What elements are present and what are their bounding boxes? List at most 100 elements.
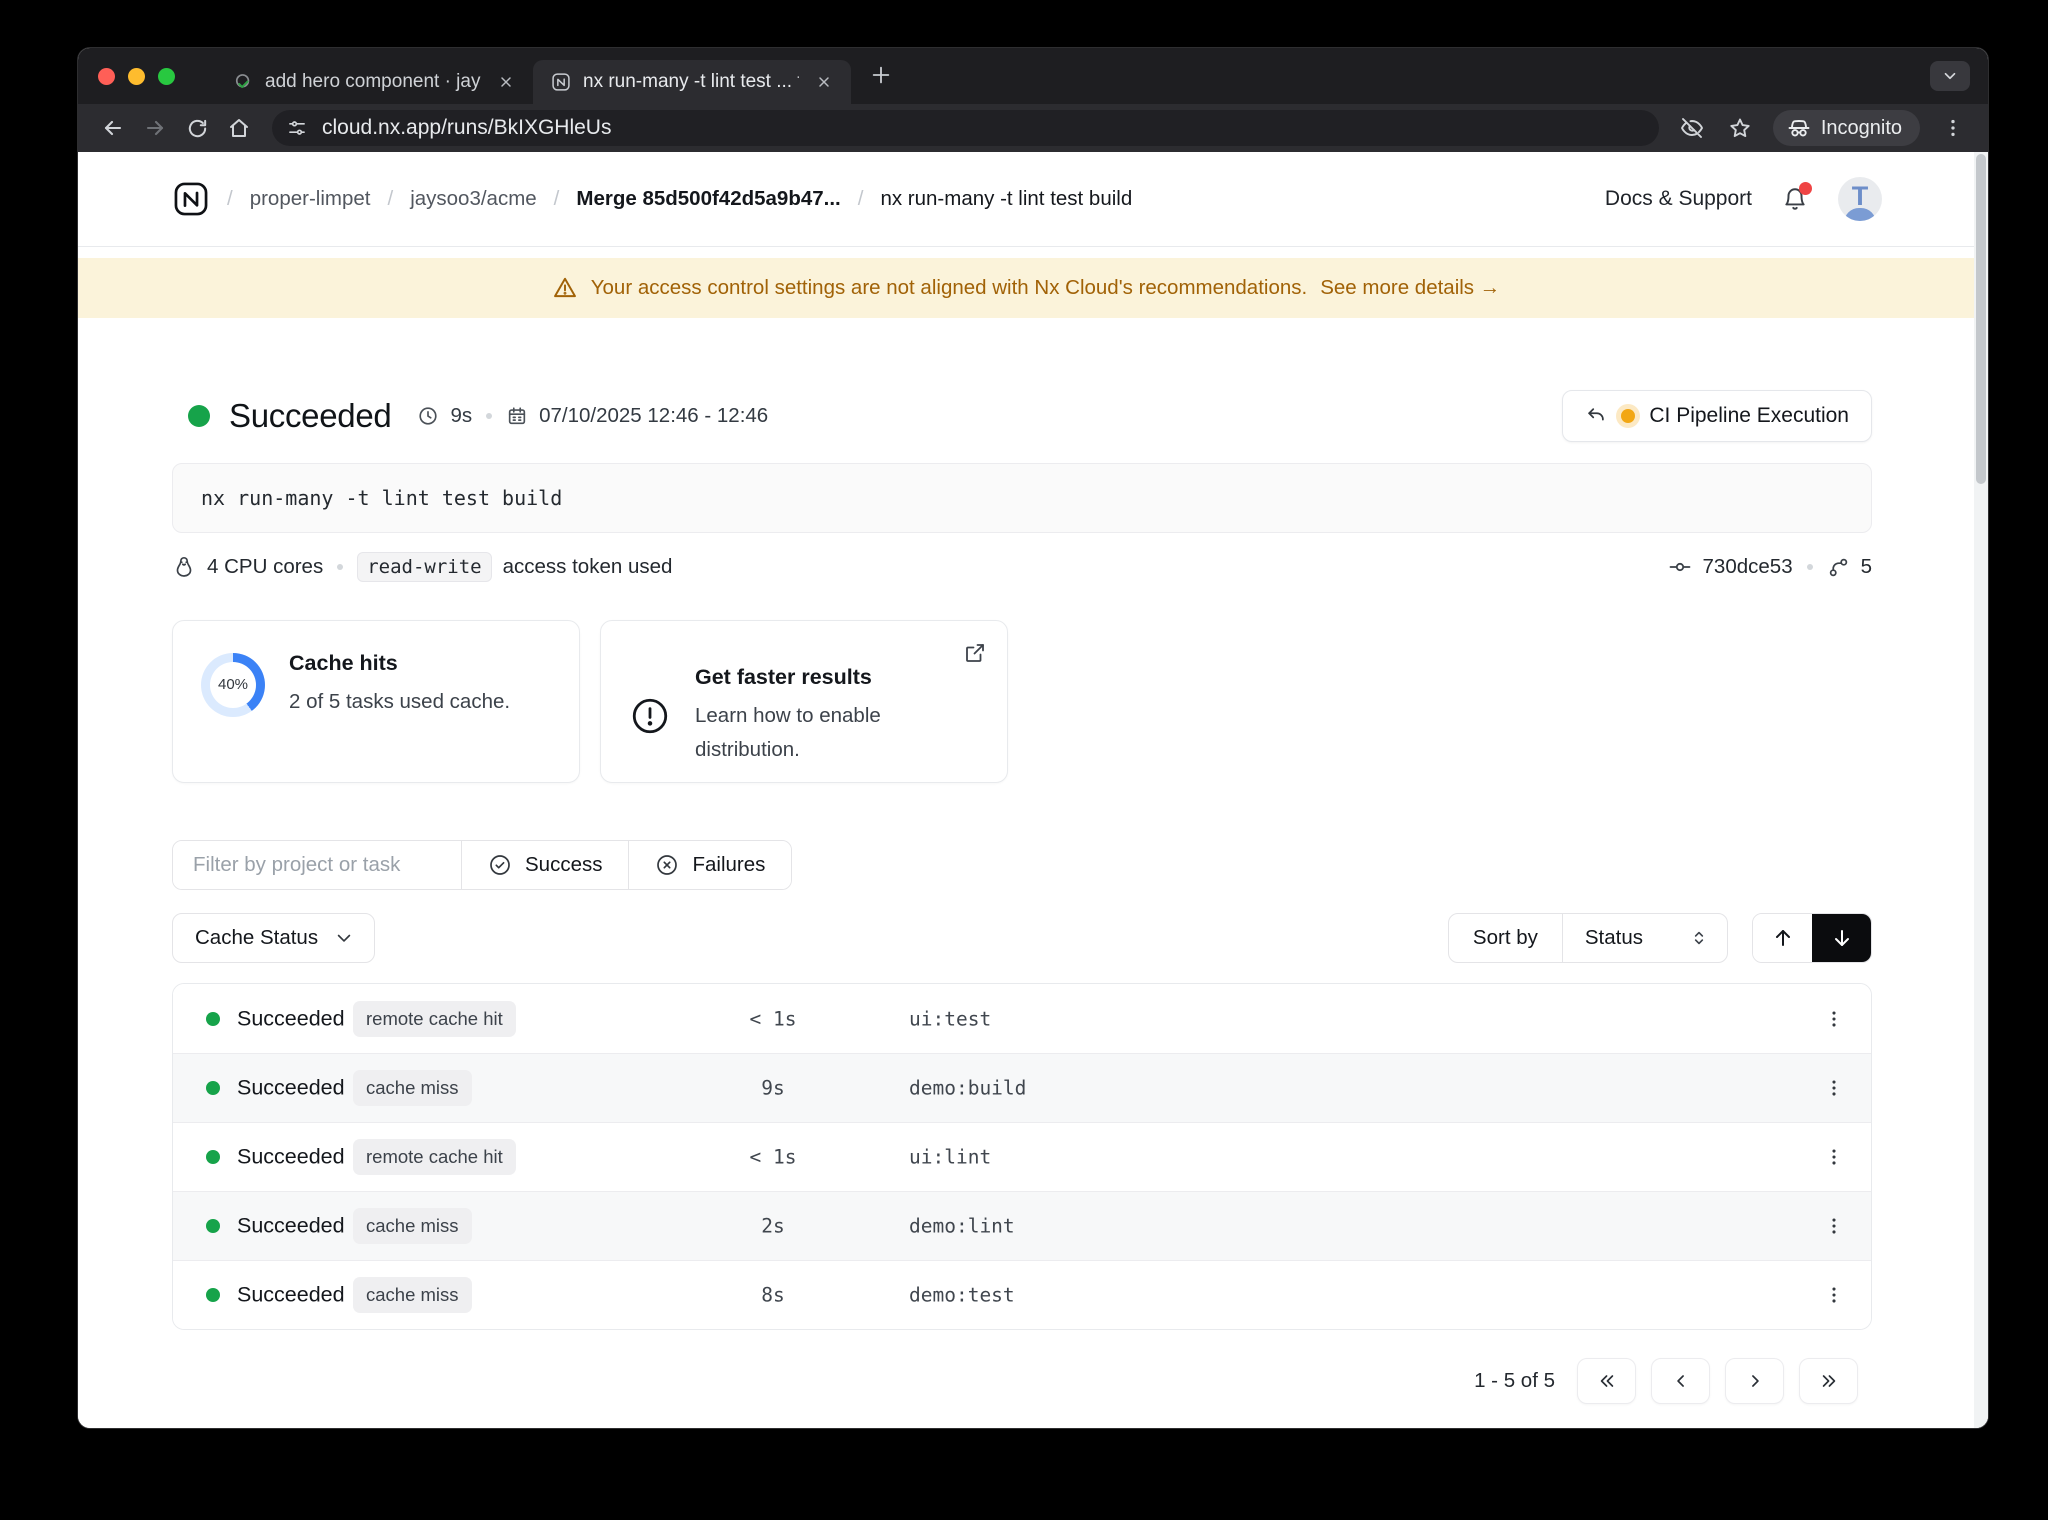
pagination-range: 1 - 5 of 5 xyxy=(1474,1369,1555,1392)
get-faster-results-card[interactable]: Get faster results Learn how to enable d… xyxy=(600,620,1008,783)
select-chevrons-icon xyxy=(1689,928,1709,948)
breadcrumb-merge[interactable]: Merge 85d500f42d5a9b47... xyxy=(537,187,840,211)
cache-tag: cache miss xyxy=(353,1277,472,1313)
task-name[interactable]: demo:build xyxy=(909,1077,1026,1100)
zoom-window-button[interactable] xyxy=(158,67,175,85)
vcs-info: 730dce53 5 xyxy=(1668,555,1872,579)
tab-search-chevron-button[interactable] xyxy=(1930,61,1970,91)
incognito-label: Incognito xyxy=(1820,116,1902,139)
notification-dot xyxy=(1799,182,1812,195)
sort-by-label: Sort by xyxy=(1449,914,1563,962)
row-menu-kebab-icon[interactable] xyxy=(1815,1069,1853,1107)
tracking-protection-eye-icon[interactable] xyxy=(1671,108,1713,148)
page-content: proper-limpet jaysoo3/acme Merge 85d500f… xyxy=(78,152,1988,1428)
table-row[interactable]: Succeeded cache miss 2s demo:lint xyxy=(173,1191,1871,1260)
minimize-window-button[interactable] xyxy=(128,67,145,85)
last-page-button[interactable] xyxy=(1799,1358,1858,1404)
nx-cloud-logo-icon[interactable] xyxy=(172,180,210,218)
home-icon[interactable] xyxy=(218,108,260,148)
table-row[interactable]: Succeeded cache miss 9s demo:build xyxy=(173,1053,1871,1122)
cpu-cores-label: 4 CPU cores xyxy=(207,555,324,578)
check-circle-icon xyxy=(488,853,512,877)
task-name[interactable]: ui:lint xyxy=(909,1146,991,1169)
first-page-button[interactable] xyxy=(1577,1358,1636,1404)
cache-status-label: Cache Status xyxy=(195,926,319,949)
window-controls xyxy=(98,67,175,85)
access-token-kind: read-write xyxy=(357,552,492,582)
docs-support-link[interactable]: Docs & Support xyxy=(1605,187,1752,211)
row-menu-kebab-icon[interactable] xyxy=(1815,1276,1853,1314)
access-control-banner: Your access control settings are not ali… xyxy=(78,258,1974,318)
breadcrumb: proper-limpet jaysoo3/acme Merge 85d500f… xyxy=(220,187,1133,211)
run-meta: 9s 07/10/2025 12:46 - 12:46 xyxy=(417,404,768,428)
ci-pipeline-execution-button[interactable]: CI Pipeline Execution xyxy=(1562,390,1872,442)
separator-dot xyxy=(486,413,493,419)
row-menu-kebab-icon[interactable] xyxy=(1815,1000,1853,1038)
close-tab-icon[interactable] xyxy=(493,69,519,95)
new-tab-button[interactable] xyxy=(861,55,901,95)
task-status-dot xyxy=(206,1011,220,1026)
task-duration: 9s xyxy=(761,1076,785,1100)
run-details-row: 4 CPU cores read-write access token used… xyxy=(172,551,1872,583)
url-bar[interactable]: cloud.nx.app/runs/BkIXGHleUs xyxy=(272,110,1659,146)
row-menu-kebab-icon[interactable] xyxy=(1815,1138,1853,1176)
success-filter-button[interactable]: Success xyxy=(461,841,629,889)
row-menu-kebab-icon[interactable] xyxy=(1815,1207,1853,1245)
cache-hits-subtitle: 2 of 5 tasks used cache. xyxy=(289,690,511,713)
summary-cards: 40% Cache hits 2 of 5 tasks used cache. xyxy=(172,620,1872,783)
task-name[interactable]: demo:lint xyxy=(909,1215,1015,1238)
task-name[interactable]: ui:test xyxy=(909,1007,991,1030)
browser-menu-kebab-icon[interactable] xyxy=(1932,108,1974,148)
reload-icon[interactable] xyxy=(176,108,218,148)
sort-by-select[interactable]: Status xyxy=(1563,914,1727,962)
cache-status-dropdown[interactable]: Cache Status xyxy=(172,913,376,963)
breadcrumb-run[interactable]: nx run-many -t lint test build xyxy=(841,187,1132,211)
notifications-bell-icon[interactable] xyxy=(1782,182,1812,212)
task-name[interactable]: demo:test xyxy=(909,1284,1015,1307)
bookmark-star-icon[interactable] xyxy=(1719,108,1761,148)
failures-filter-button[interactable]: Failures xyxy=(628,841,792,889)
task-duration: < 1s xyxy=(749,1007,797,1030)
sort-ascending-button[interactable] xyxy=(1753,914,1812,962)
tab-pull-request[interactable]: add hero component · jaysoo xyxy=(215,60,533,104)
sort-direction-group xyxy=(1752,913,1872,963)
clock-icon xyxy=(417,405,439,427)
breadcrumb-repo[interactable]: jaysoo3/acme xyxy=(370,187,536,211)
site-settings-icon[interactable] xyxy=(280,114,314,142)
tab-nx-run[interactable]: nx run-many -t lint test ... fro xyxy=(533,60,851,104)
avatar-arc xyxy=(1844,208,1876,221)
success-filter-label: Success xyxy=(525,853,603,876)
table-row[interactable]: Succeeded remote cache hit < 1s ui:lint xyxy=(173,1122,1871,1191)
failures-filter-label: Failures xyxy=(692,853,766,876)
close-window-button[interactable] xyxy=(98,67,115,85)
branch-count[interactable]: 5 xyxy=(1861,555,1872,579)
external-link-icon[interactable] xyxy=(963,641,987,665)
incognito-icon xyxy=(1787,116,1811,140)
table-row[interactable]: Succeeded remote cache hit < 1s ui:test xyxy=(173,984,1871,1053)
site-header: proper-limpet jaysoo3/acme Merge 85d500f… xyxy=(78,152,1974,247)
separator-dot xyxy=(1806,564,1813,570)
page-scrollbar[interactable] xyxy=(1974,152,1988,1428)
tab-title: add hero component · jaysoo xyxy=(265,71,481,92)
next-page-button[interactable] xyxy=(1725,1358,1784,1404)
cache-hits-card[interactable]: 40% Cache hits 2 of 5 tasks used cache. xyxy=(172,620,580,783)
sort-descending-button[interactable] xyxy=(1812,914,1871,962)
close-tab-icon[interactable] xyxy=(811,69,837,95)
filter-input[interactable] xyxy=(173,841,461,889)
avatar[interactable]: T xyxy=(1838,177,1882,221)
banner-see-more-link[interactable]: See more details → xyxy=(1320,276,1500,300)
run-heading-row: Succeeded 9s 07/10/2025 12:46 - 12:46 CI… xyxy=(172,390,1872,442)
access-token-suffix: access token used xyxy=(502,555,673,578)
breadcrumb-workspace[interactable]: proper-limpet xyxy=(220,187,371,211)
commit-sha[interactable]: 730dce53 xyxy=(1703,555,1793,579)
scrollbar-thumb[interactable] xyxy=(1976,154,1986,484)
forward-icon[interactable] xyxy=(134,108,176,148)
back-icon[interactable] xyxy=(92,108,134,148)
faster-results-subtitle: Learn how to enable distribution. xyxy=(695,704,881,761)
task-status: Succeeded xyxy=(237,1213,345,1238)
table-row[interactable]: Succeeded cache miss 8s demo:test xyxy=(173,1260,1871,1329)
url-text: cloud.nx.app/runs/BkIXGHleUs xyxy=(322,116,612,139)
previous-page-button[interactable] xyxy=(1651,1358,1710,1404)
incognito-badge[interactable]: Incognito xyxy=(1772,110,1920,146)
cache-tag: remote cache hit xyxy=(353,1000,516,1037)
